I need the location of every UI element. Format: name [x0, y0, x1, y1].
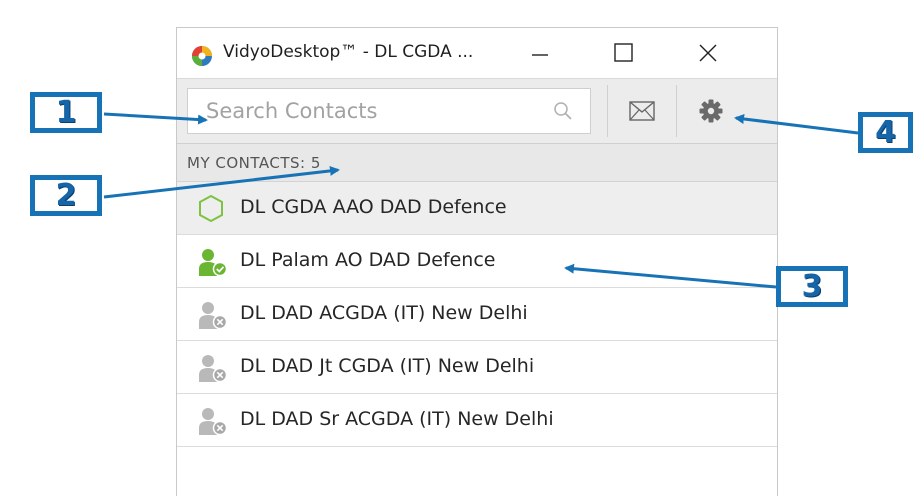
callout-label-1: 1 [30, 92, 102, 133]
callout-label-4: 4 [858, 112, 913, 153]
callout-arrow-2 [103, 165, 340, 199]
callout-label-3: 3 [776, 266, 848, 307]
callout-label-2: 2 [30, 175, 102, 216]
callout-arrow-1 [103, 112, 208, 125]
callout-arrow-4 [734, 114, 859, 135]
callout-arrows [103, 112, 859, 289]
callout-arrow-3 [564, 263, 777, 289]
